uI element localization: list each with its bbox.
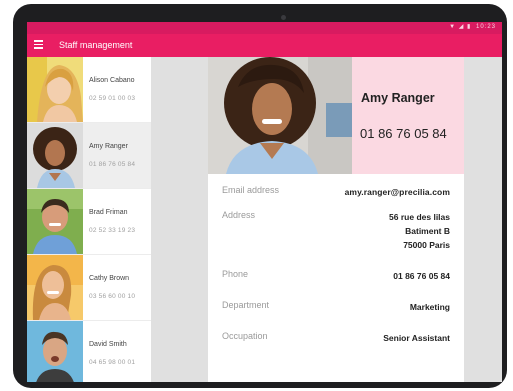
status-time: 10:23 xyxy=(475,24,496,30)
app-bar: Staff management xyxy=(27,34,502,57)
phone-label: Phone xyxy=(222,269,249,279)
address-line-1: 56 rue des lilas xyxy=(389,212,450,222)
avatar-cathy xyxy=(27,255,83,320)
staff-name: Cathy Brown xyxy=(89,275,130,282)
staff-name: Brad Friman xyxy=(89,209,128,216)
staff-list-item-amy[interactable]: Amy Ranger 01 86 76 05 84 xyxy=(27,123,151,189)
staff-phone: 04 65 98 00 01 xyxy=(89,359,136,366)
status-icons-glyphs: ▼ ◢ ▮ xyxy=(449,24,472,30)
address-line-3: 75000 Paris xyxy=(403,240,450,250)
content-margin-left xyxy=(151,57,208,382)
address-label: Address xyxy=(222,210,256,220)
phone-value[interactable]: 01 86 76 05 84 xyxy=(393,269,450,283)
staff-list-item-david[interactable]: David Smith 04 65 98 00 01 xyxy=(27,321,151,382)
staff-name: David Smith xyxy=(89,341,127,348)
address-line-2: Batiment B xyxy=(405,226,450,236)
avatar-alison xyxy=(27,57,83,122)
staff-phone: 02 59 01 00 03 xyxy=(89,95,136,102)
staff-phone: 03 56 60 00 10 xyxy=(89,293,136,300)
avatar-brad xyxy=(27,189,83,254)
email-value[interactable]: amy.ranger@precilia.com xyxy=(345,185,450,199)
content-margin-right xyxy=(464,57,502,382)
department-value: Marketing xyxy=(409,302,450,312)
status-bar: ▼ ◢ ▮ 10:23 xyxy=(27,22,502,34)
email-label: Email address xyxy=(222,185,280,195)
staff-list: Alison Cabano 02 59 01 00 03 Amy Ranger … xyxy=(27,57,151,382)
detail-header: Amy Ranger 01 86 76 05 84 xyxy=(208,57,464,174)
staff-list-item-cathy[interactable]: Cathy Brown 03 56 60 00 10 xyxy=(27,255,151,321)
status-icons: ▼ ◢ ▮ 10:23 xyxy=(449,23,496,30)
app-screen: ▼ ◢ ▮ 10:23 Staff management Alison Caba… xyxy=(27,22,502,382)
department-label: Department xyxy=(222,300,270,310)
avatar-david xyxy=(27,321,83,382)
detail-phone: 01 86 76 05 84 xyxy=(360,126,447,141)
menu-icon[interactable] xyxy=(34,40,43,50)
detail-name: Amy Ranger xyxy=(361,91,435,105)
staff-detail-card: Amy Ranger 01 86 76 05 84 Email address … xyxy=(208,57,464,382)
staff-phone: 01 86 76 05 84 xyxy=(89,161,136,168)
camera-dot xyxy=(281,15,286,20)
staff-phone: 02 52 33 19 23 xyxy=(89,227,136,234)
staff-name: Amy Ranger xyxy=(89,143,128,150)
staff-photo xyxy=(208,57,352,174)
staff-list-item-brad[interactable]: Brad Friman 02 52 33 19 23 xyxy=(27,189,151,255)
staff-name: Alison Cabano xyxy=(89,77,135,84)
staff-list-item-alison[interactable]: Alison Cabano 02 59 01 00 03 xyxy=(27,57,151,123)
occupation-label: Occupation xyxy=(222,331,268,341)
occupation-value: Senior Assistant xyxy=(383,333,450,343)
address-value: 56 rue des lilas Batiment B 75000 Paris xyxy=(389,210,450,252)
app-title: Staff management xyxy=(59,40,133,50)
avatar-amy xyxy=(27,123,83,188)
